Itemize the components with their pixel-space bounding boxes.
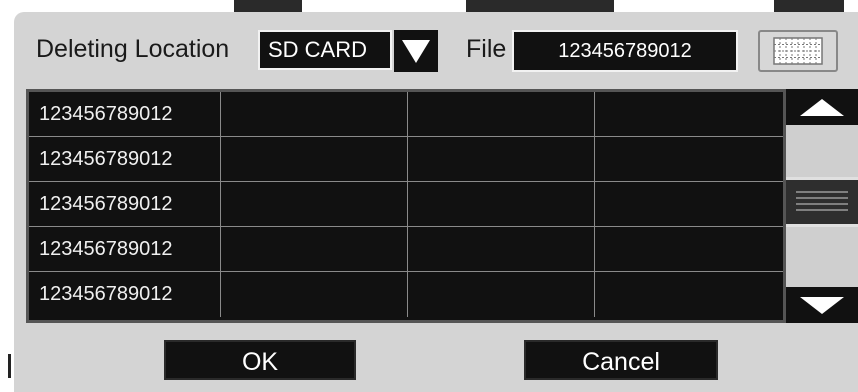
list-cell: [221, 92, 408, 137]
cancel-button[interactable]: Cancel: [524, 340, 718, 380]
scroll-thumb[interactable]: [786, 177, 858, 227]
list-cell: [221, 272, 408, 317]
keyboard-button[interactable]: [758, 30, 838, 72]
screen: Deleting Location SD CARD File 123456789…: [0, 0, 858, 392]
file-name-field[interactable]: 123456789012: [512, 30, 738, 72]
list-cell: [595, 182, 783, 227]
panel-edge-mark: [8, 354, 11, 378]
list-cell: [408, 137, 595, 182]
grip-lines-icon: [796, 191, 848, 211]
list-row[interactable]: 123456789012: [29, 182, 783, 227]
list-cell: [408, 272, 595, 317]
file-name-cell: 123456789012: [29, 182, 221, 227]
triangle-up-icon: [800, 99, 844, 116]
file-list: 123456789012 123456789012 123456789012 1…: [26, 89, 786, 323]
file-name-cell: 123456789012: [29, 137, 221, 182]
list-cell: [595, 272, 783, 317]
location-label: Deleting Location: [36, 35, 230, 63]
file-name-cell: 123456789012: [29, 272, 221, 317]
list-cell: [595, 227, 783, 272]
location-select[interactable]: SD CARD: [258, 30, 392, 70]
list-row[interactable]: 123456789012: [29, 92, 783, 137]
scroll-down-button[interactable]: [786, 287, 858, 323]
list-row[interactable]: 123456789012: [29, 137, 783, 182]
file-label: File: [466, 35, 507, 63]
list-cell: [408, 227, 595, 272]
location-dropdown-button[interactable]: [394, 30, 438, 72]
list-row[interactable]: 123456789012: [29, 227, 783, 272]
scroll-up-button[interactable]: [786, 89, 858, 125]
file-name-cell: 123456789012: [29, 227, 221, 272]
list-row[interactable]: 123456789012: [29, 272, 783, 317]
ok-button[interactable]: OK: [164, 340, 356, 380]
list-cell: [221, 137, 408, 182]
list-cell: [595, 92, 783, 137]
list-cell: [408, 92, 595, 137]
file-name-cell: 123456789012: [29, 92, 221, 137]
list-cell: [595, 137, 783, 182]
triangle-down-icon: [402, 40, 430, 63]
list-cell: [221, 227, 408, 272]
list-cell: [221, 182, 408, 227]
list-scrollbar[interactable]: [786, 89, 858, 323]
triangle-down-icon: [800, 297, 844, 314]
list-cell: [408, 182, 595, 227]
keyboard-icon: [773, 37, 823, 65]
